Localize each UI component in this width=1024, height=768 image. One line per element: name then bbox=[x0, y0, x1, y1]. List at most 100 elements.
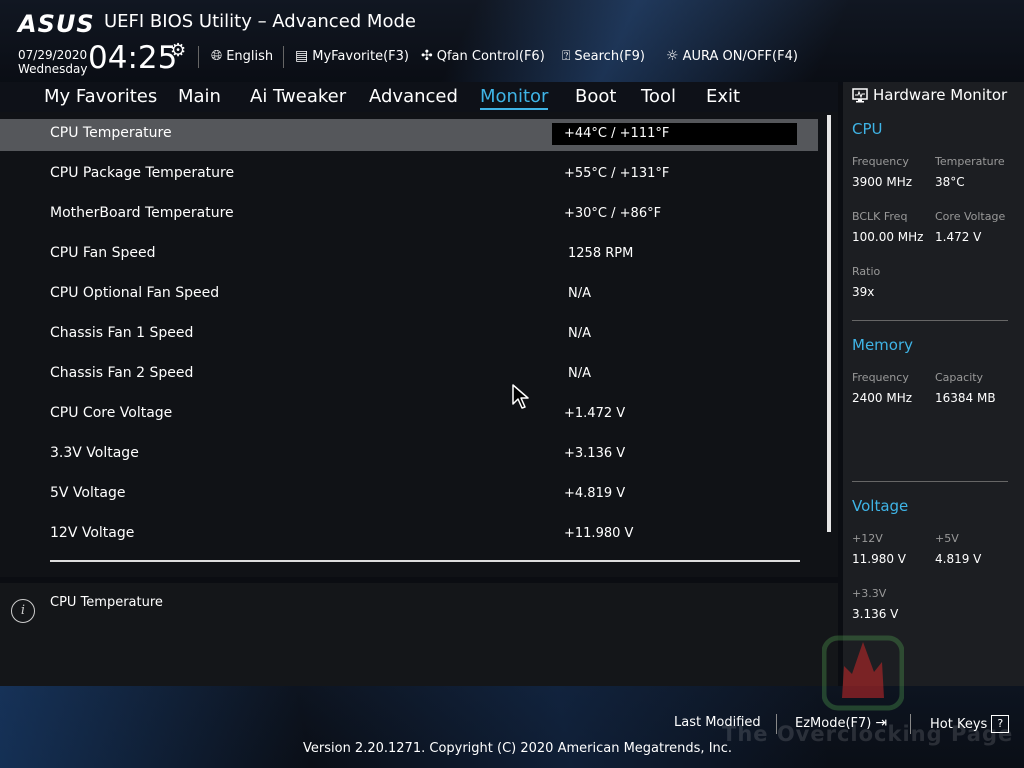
v12-label: +12V bbox=[852, 532, 883, 545]
row-label: CPU Package Temperature bbox=[50, 165, 235, 181]
monitor-row-cpu-package-temperature[interactable]: CPU Package Temperature +55°C / +131°F bbox=[0, 159, 818, 191]
memory-frequency-label: Frequency bbox=[852, 371, 909, 384]
scrollbar[interactable] bbox=[827, 115, 831, 532]
language-label: English bbox=[226, 48, 274, 64]
memory-section-heading: Memory bbox=[852, 336, 914, 354]
monitor-row-cpu-fan-speed[interactable]: CPU Fan Speed 1258 RPM bbox=[0, 239, 818, 271]
search-label: Search(F9) bbox=[574, 48, 645, 64]
myfavorite-label: MyFavorite(F3) bbox=[312, 48, 409, 64]
tab-ai-tweaker[interactable]: Ai Tweaker bbox=[250, 86, 346, 107]
tab-main[interactable]: Main bbox=[178, 86, 221, 107]
monitor-row-cpu-core-voltage[interactable]: CPU Core Voltage +1.472 V bbox=[0, 399, 818, 431]
row-value: N/A bbox=[568, 326, 591, 341]
header-divider bbox=[198, 46, 199, 68]
monitor-row-cpu-temperature[interactable]: CPU Temperature +44°C / +111°F bbox=[0, 119, 818, 151]
monitor-row-cpu-optional-fan-speed[interactable]: CPU Optional Fan Speed N/A bbox=[0, 279, 818, 311]
row-label: 12V Voltage bbox=[50, 525, 135, 541]
row-label: CPU Fan Speed bbox=[50, 245, 156, 261]
tab-boot[interactable]: Boot bbox=[575, 86, 616, 107]
row-value: +3.136 V bbox=[564, 446, 626, 461]
language-button[interactable]: 🌐︎ English bbox=[211, 48, 273, 64]
tab-my-favorites[interactable]: My Favorites bbox=[44, 86, 157, 107]
row-label: CPU Optional Fan Speed bbox=[50, 285, 220, 301]
row-value: +30°C / +86°F bbox=[564, 206, 662, 221]
row-value: +4.819 V bbox=[564, 486, 626, 501]
row-label: CPU Core Voltage bbox=[50, 405, 173, 421]
watermark-text: The Overclocking Page bbox=[722, 722, 1014, 746]
cpu-frequency-value: 3900 MHz bbox=[852, 175, 913, 189]
gear-icon[interactable]: ⚙ bbox=[170, 40, 186, 61]
aura-icon: ☼ bbox=[666, 48, 679, 64]
monitor-row-5v-voltage[interactable]: 5V Voltage +4.819 V bbox=[0, 479, 818, 511]
memory-capacity-value: 16384 MB bbox=[935, 391, 996, 405]
aura-button[interactable]: ☼ AURA ON/OFF(F4) bbox=[666, 48, 798, 64]
row-value: 1258 RPM bbox=[568, 246, 634, 261]
row-label: Chassis Fan 2 Speed bbox=[50, 365, 194, 381]
row-label: 5V Voltage bbox=[50, 485, 126, 501]
cpu-temperature-label: Temperature bbox=[935, 155, 1005, 168]
monitor-row-3-3v-voltage[interactable]: 3.3V Voltage +3.136 V bbox=[0, 439, 818, 471]
header-divider bbox=[283, 46, 284, 68]
bclk-value: 100.00 MHz bbox=[852, 230, 924, 244]
v33-label: +3.3V bbox=[852, 587, 887, 600]
cpu-frequency-label: Frequency bbox=[852, 155, 909, 168]
asus-logo: ASUS bbox=[18, 10, 95, 38]
v5-label: +5V bbox=[935, 532, 959, 545]
ratio-label: Ratio bbox=[852, 265, 881, 278]
row-label: Chassis Fan 1 Speed bbox=[50, 325, 194, 341]
memory-capacity-label: Capacity bbox=[935, 371, 984, 384]
core-voltage-value: 1.472 V bbox=[935, 230, 982, 244]
tab-monitor[interactable]: Monitor bbox=[480, 86, 549, 110]
tab-exit[interactable]: Exit bbox=[706, 86, 740, 107]
row-value: +1.472 V bbox=[564, 406, 626, 421]
search-button[interactable]: ⍰ Search(F9) bbox=[562, 48, 645, 64]
memory-frequency-value: 2400 MHz bbox=[852, 391, 913, 405]
monitor-row-chassis-fan-2-speed[interactable]: Chassis Fan 2 Speed N/A bbox=[0, 359, 818, 391]
row-value: +44°C / +111°F bbox=[564, 126, 670, 141]
myfavorite-button[interactable]: ▤ MyFavorite(F3) bbox=[295, 48, 409, 64]
app-title: UEFI BIOS Utility – Advanced Mode bbox=[104, 11, 416, 32]
date-text: 07/29/2020 bbox=[18, 48, 88, 62]
tab-advanced[interactable]: Advanced bbox=[369, 86, 458, 107]
clock-time: 04:25 bbox=[88, 40, 178, 76]
row-value: N/A bbox=[568, 366, 591, 381]
list-divider bbox=[50, 560, 800, 562]
weekday-text: Wednesday bbox=[18, 62, 88, 76]
date-display: 07/29/2020 Wednesday bbox=[18, 48, 87, 76]
qfan-label: Qfan Control(F6) bbox=[436, 48, 545, 64]
hardware-monitor-title: Hardware Monitor bbox=[852, 86, 1007, 104]
fan-icon: ✣ bbox=[421, 48, 433, 64]
core-voltage-label: Core Voltage bbox=[935, 210, 1006, 223]
monitor-row-chassis-fan-1-speed[interactable]: Chassis Fan 1 Speed N/A bbox=[0, 319, 818, 351]
v33-value: 3.136 V bbox=[852, 607, 899, 621]
v12-value: 11.980 V bbox=[852, 552, 907, 566]
qfan-button[interactable]: ✣ Qfan Control(F6) bbox=[421, 48, 545, 64]
ratio-value: 39x bbox=[852, 285, 875, 299]
info-icon: i bbox=[11, 599, 35, 623]
v5-value: 4.819 V bbox=[935, 552, 982, 566]
tab-tool[interactable]: Tool bbox=[641, 86, 676, 107]
monitor-row-12v-voltage[interactable]: 12V Voltage +11.980 V bbox=[0, 519, 818, 551]
row-label: CPU Temperature bbox=[50, 125, 172, 141]
main-tabs: My Favorites Main Ai Tweaker Advanced Mo… bbox=[0, 82, 838, 112]
cpu-temperature-value: 38°C bbox=[935, 175, 965, 189]
favorite-icon: ▤ bbox=[295, 48, 309, 64]
monitor-row-motherboard-temperature[interactable]: MotherBoard Temperature +30°C / +86°F bbox=[0, 199, 818, 231]
section-divider bbox=[852, 320, 1008, 321]
aura-label: AURA ON/OFF(F4) bbox=[682, 48, 798, 64]
row-value: +55°C / +131°F bbox=[564, 166, 670, 181]
help-text: CPU Temperature bbox=[50, 595, 163, 610]
bclk-label: BCLK Freq bbox=[852, 210, 908, 223]
row-value: +11.980 V bbox=[564, 526, 634, 541]
row-label: MotherBoard Temperature bbox=[50, 205, 234, 221]
row-label: 3.3V Voltage bbox=[50, 445, 139, 461]
voltage-section-heading: Voltage bbox=[852, 497, 909, 515]
globe-icon: 🌐︎ bbox=[211, 48, 223, 64]
mouse-cursor-icon bbox=[512, 384, 529, 409]
row-value-box: +44°C / +111°F bbox=[552, 123, 797, 145]
section-divider bbox=[852, 481, 1008, 482]
cpu-section-heading: CPU bbox=[852, 120, 883, 138]
search-icon: ⍰ bbox=[562, 48, 571, 64]
hardware-monitor-label: Hardware Monitor bbox=[873, 86, 1008, 104]
monitor-icon bbox=[852, 87, 868, 102]
